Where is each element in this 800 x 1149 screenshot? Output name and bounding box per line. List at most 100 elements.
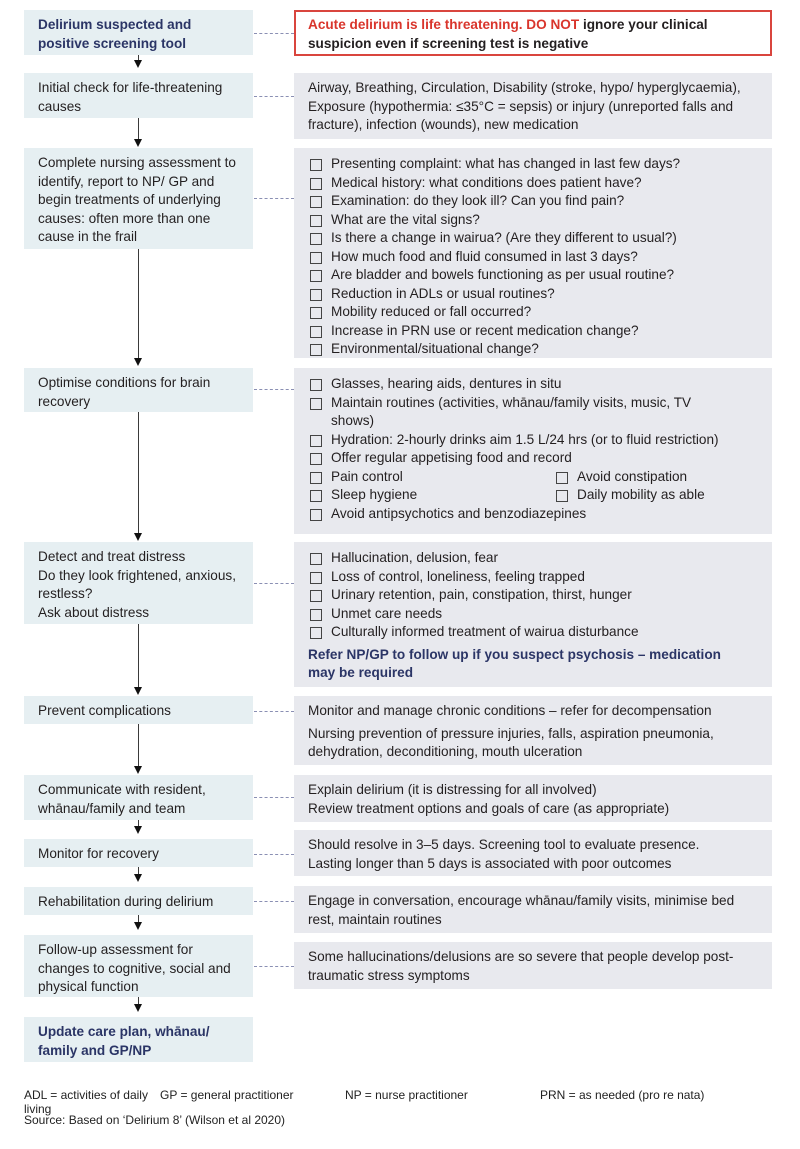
checklist-item[interactable]: Presenting complaint: what has changed i…: [308, 155, 758, 174]
checklist-item[interactable]: Glasses, hearing aids, dentures in situ: [308, 375, 758, 394]
checkbox[interactable]: [310, 397, 322, 410]
checklist-item-label: Are bladder and bowels functioning as pe…: [331, 267, 675, 282]
step-label: Communicate with resident, whānau/family…: [38, 782, 206, 816]
checklist-item[interactable]: Hydration: 2-hourly drinks aim 1.5 L/24 …: [308, 431, 758, 450]
step-prevent-complications: Prevent complications: [24, 696, 253, 724]
connector-dash: [254, 583, 294, 584]
abbreviation-np: NP = nurse practitioner: [345, 1088, 468, 1102]
checkbox[interactable]: [310, 233, 322, 245]
checklist-item[interactable]: Offer regular appetising food and record: [308, 449, 758, 468]
checklist-item-label: Avoid antipsychotics and benzodiazepines: [331, 505, 587, 521]
checkbox[interactable]: [310, 571, 322, 584]
detail-line: Lasting longer than 5 days is associated…: [308, 855, 672, 871]
checkbox[interactable]: [310, 270, 322, 282]
detail-rehabilitation: Engage in conversation, encourage whānau…: [294, 886, 772, 933]
checklist-item[interactable]: Unmet care needs: [308, 605, 758, 624]
checklist-item-label: Unmet care needs: [331, 605, 443, 621]
flow-line: [138, 997, 139, 1004]
arrow-down-icon: [134, 874, 142, 882]
detail-text: Airway, Breathing, Circulation, Disabili…: [308, 80, 741, 132]
checklist-item[interactable]: Medical history: what conditions does pa…: [308, 174, 758, 193]
checkbox[interactable]: [556, 490, 568, 502]
checklist-item[interactable]: Maintain routines (activities, whānau/fa…: [308, 394, 758, 431]
detail-text: Engage in conversation, encourage whānau…: [308, 893, 735, 927]
checklist-item-label: Offer regular appetising food and record: [331, 450, 572, 465]
checkbox[interactable]: [310, 307, 322, 319]
step-follow-up: Follow-up assessment for changes to cogn…: [24, 935, 253, 997]
checkbox[interactable]: [310, 344, 322, 356]
checkbox[interactable]: [310, 325, 322, 338]
checkbox[interactable]: [310, 214, 322, 227]
detail-communicate: Explain delirium (it is distressing for …: [294, 775, 772, 822]
checklist-item[interactable]: Loss of control, loneliness, feeling tra…: [308, 568, 758, 587]
checklist-item[interactable]: Urinary retention, pain, constipation, t…: [308, 586, 758, 605]
checklist-item[interactable]: Culturally informed treatment of wairua …: [308, 623, 758, 642]
checklist-item[interactable]: Mobility reduced or fall occurred?: [308, 303, 758, 322]
checkbox[interactable]: [310, 553, 322, 565]
detail-text: Monitor and manage chronic conditions – …: [308, 703, 712, 718]
checklist-item-label: What are the vital signs?: [331, 211, 480, 227]
checkbox[interactable]: [310, 288, 322, 301]
checkbox[interactable]: [310, 379, 322, 391]
checklist-item-label: Sleep hygiene: [331, 487, 418, 502]
checklist-item[interactable]: Examination: do they look ill? Can you f…: [308, 192, 758, 211]
checkbox[interactable]: [310, 590, 322, 602]
step-delirium-suspected: Delirium suspected and positive screenin…: [24, 10, 253, 55]
checklist-item[interactable]: Is there a change in wairua? (Are they d…: [308, 229, 758, 248]
checkbox[interactable]: [310, 608, 322, 621]
step-optimise-conditions: Optimise conditions for brain recovery: [24, 368, 253, 412]
checkbox[interactable]: [310, 434, 322, 447]
checklist-item[interactable]: Daily mobility as able: [554, 486, 800, 505]
checklist-item-label: Pain control: [331, 468, 403, 484]
checkbox[interactable]: [310, 177, 322, 190]
checklist-item[interactable]: Environmental/situational change?: [308, 340, 758, 359]
checkbox[interactable]: [310, 471, 322, 484]
source-note: Source: Based on ‘Delirium 8’ (Wilson et…: [24, 1113, 286, 1127]
connector-dash: [254, 797, 294, 798]
arrow-down-icon: [134, 766, 142, 774]
checkbox[interactable]: [310, 627, 322, 639]
checklist-item-label: Loss of control, loneliness, feeling tra…: [331, 568, 585, 584]
checklist-item[interactable]: Avoid constipation: [554, 468, 800, 487]
abbreviation-gp: GP = general practitioner: [160, 1088, 294, 1102]
checklist-item[interactable]: How much food and fluid consumed in last…: [308, 248, 758, 267]
checkbox[interactable]: [556, 471, 568, 484]
checklist-item[interactable]: Reduction in ADLs or usual routines?: [308, 285, 758, 304]
arrow-down-icon: [134, 922, 142, 930]
checkbox[interactable]: [310, 251, 322, 264]
checklist-item[interactable]: What are the vital signs?: [308, 211, 758, 230]
step-monitor-recovery: Monitor for recovery: [24, 839, 253, 867]
checklist-item-label: Increase in PRN use or recent medication…: [331, 322, 639, 338]
checklist-item[interactable]: Pain control: [308, 468, 554, 487]
checklist-item[interactable]: Avoid antipsychotics and benzodiazepines: [308, 505, 758, 524]
checklist-item[interactable]: Are bladder and bowels functioning as pe…: [308, 266, 758, 285]
checklist-item-label: Culturally informed treatment of wairua …: [331, 624, 639, 639]
checklist-brain-recovery: Glasses, hearing aids, dentures in situ …: [294, 368, 772, 534]
step-label: Delirium suspected and positive screenin…: [38, 17, 192, 51]
detail-line: Explain delirium (it is distressing for …: [308, 782, 597, 797]
checkbox[interactable]: [310, 196, 322, 208]
detail-monitor-recovery: Should resolve in 3–5 days. Screening to…: [294, 830, 772, 876]
connector-dash: [254, 854, 294, 855]
checkbox[interactable]: [310, 490, 322, 502]
checkbox[interactable]: [310, 159, 322, 171]
checklist-item[interactable]: Sleep hygiene: [308, 486, 554, 505]
checklist-row: Sleep hygiene Daily mobility as able: [308, 486, 758, 505]
checklist-item[interactable]: Increase in PRN use or recent medication…: [308, 322, 758, 341]
arrow-down-icon: [134, 139, 142, 147]
step-label: Optimise conditions for brain recovery: [38, 375, 211, 409]
step-label: Prevent complications: [38, 703, 171, 718]
abbreviation-prn: PRN = as needed (pro re nata): [540, 1088, 705, 1102]
checkbox[interactable]: [310, 453, 322, 465]
checklist-item-label: Is there a change in wairua? (Are they d…: [331, 230, 677, 245]
checklist-item[interactable]: Hallucination, delusion, fear: [308, 549, 758, 568]
checkbox[interactable]: [310, 508, 322, 521]
checklist-item-label: Examination: do they look ill? Can you f…: [331, 193, 625, 208]
arrow-down-icon: [134, 60, 142, 68]
connector-dash: [254, 198, 294, 199]
detail-line: Review treatment options and goals of ca…: [308, 800, 670, 816]
alert-warning-text: Acute delirium is life threatening. DO N…: [308, 17, 580, 32]
connector-dash: [254, 901, 294, 902]
abbreviations: ADL = activities of daily living GP = ge…: [24, 1088, 776, 1116]
flow-line: [138, 915, 139, 922]
